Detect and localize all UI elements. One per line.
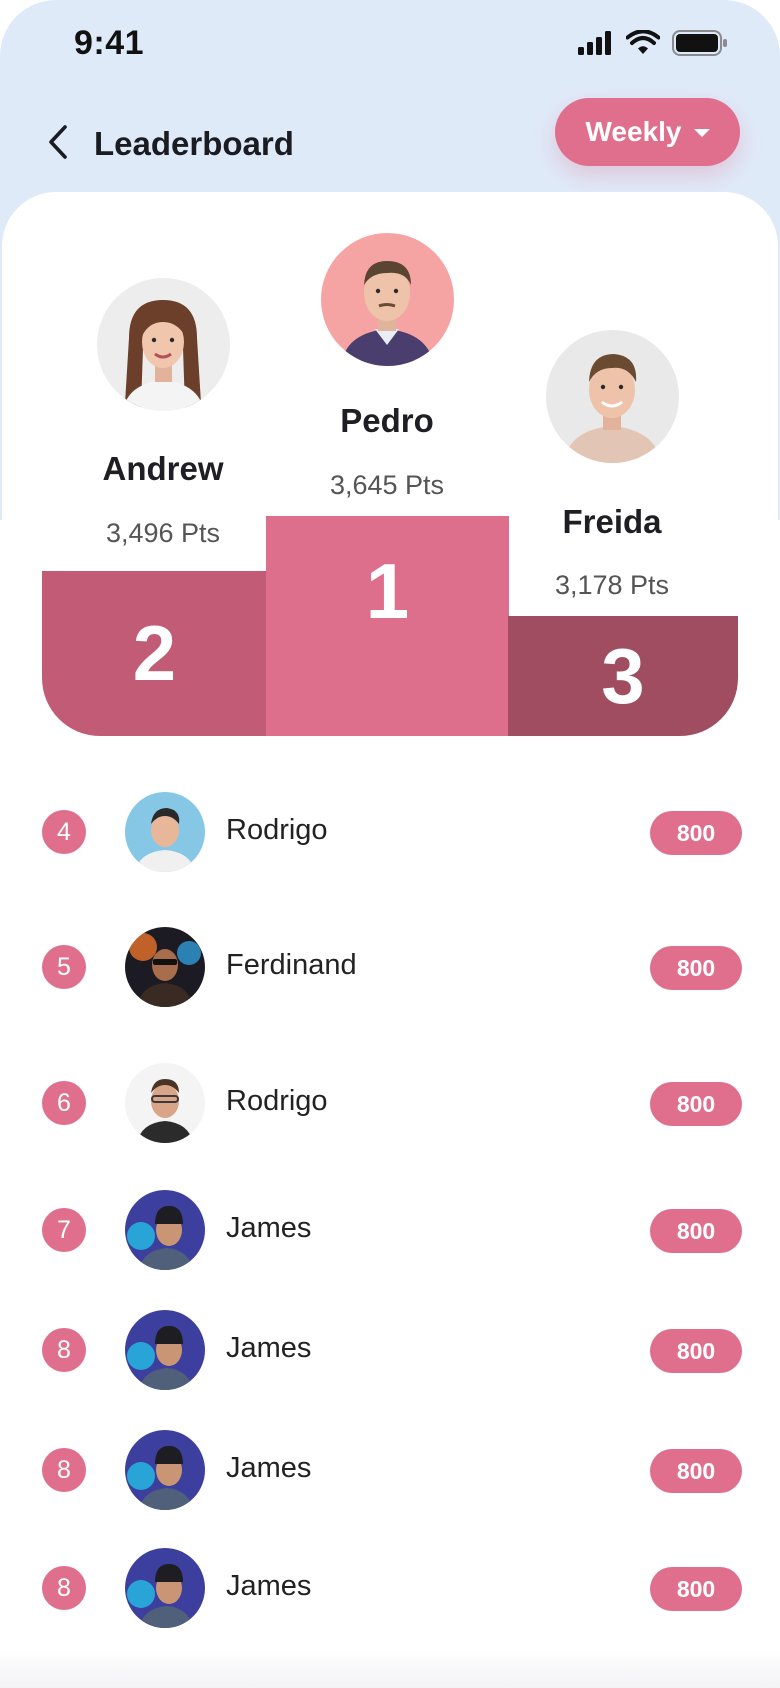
player-name: Ferdinand — [226, 949, 357, 981]
score-badge: 800 — [650, 811, 742, 855]
player-name: James — [226, 1570, 312, 1602]
person-portrait-icon — [546, 330, 679, 463]
score-badge: 800 — [650, 1567, 742, 1611]
podium-points-second: 3,496 Pts — [105, 518, 221, 548]
player-name: James — [226, 1452, 312, 1484]
list-item[interactable]: 8 James 800 — [0, 1308, 780, 1392]
avatar — [125, 1430, 205, 1510]
wifi-icon — [626, 30, 660, 54]
list-item[interactable]: 5 Ferdinand 800 — [0, 925, 780, 1009]
list-item[interactable]: 7 James 800 — [0, 1188, 780, 1272]
score-badge: 800 — [650, 1209, 742, 1253]
player-name: James — [226, 1332, 312, 1364]
podium-rank-second: 2 — [132, 609, 177, 697]
list-item[interactable]: 4 Rodrigo 800 — [0, 790, 780, 874]
rank-badge: 6 — [42, 1081, 86, 1125]
period-filter-dropdown[interactable]: Weekly — [555, 98, 740, 166]
rank-badge: 5 — [42, 945, 86, 989]
rank-badge: 8 — [42, 1448, 86, 1492]
podium-points-first: 3,645 Pts — [329, 470, 445, 500]
status-icons — [578, 30, 728, 56]
rank-badge: 8 — [42, 1328, 86, 1372]
avatar-second-place[interactable] — [97, 278, 230, 411]
battery-icon — [672, 30, 727, 56]
caret-down-icon — [693, 129, 710, 137]
status-bar: 9:41 — [0, 0, 780, 90]
podium-block-third: 3 — [508, 616, 738, 736]
bottom-fade — [0, 1648, 780, 1688]
list-item[interactable]: 8 James 800 — [0, 1546, 780, 1630]
avatar — [125, 927, 205, 1007]
avatar — [125, 1063, 205, 1143]
podium-rank-third: 3 — [601, 631, 645, 720]
cellular-signal-icon — [578, 31, 611, 55]
rank-badge: 7 — [42, 1208, 86, 1252]
chevron-left-icon — [49, 125, 67, 159]
rank-badge: 4 — [42, 810, 86, 854]
player-name: James — [226, 1212, 312, 1244]
player-name: Rodrigo — [226, 1085, 328, 1117]
score-badge: 800 — [650, 1082, 742, 1126]
podium-points-third: 3,178 Pts — [554, 570, 670, 600]
podium-name-first: Pedro — [340, 402, 434, 439]
status-time: 9:41 — [74, 24, 145, 62]
podium-block-second: 2 — [42, 571, 267, 736]
person-portrait-icon — [97, 278, 230, 411]
podium-block-first: 1 — [266, 516, 509, 736]
podium-name-third: Freida — [562, 503, 662, 540]
avatar — [125, 792, 205, 872]
person-portrait-icon — [321, 233, 454, 366]
podium-rank-first: 1 — [365, 547, 410, 635]
avatar — [125, 1310, 205, 1390]
avatar-third-place[interactable] — [546, 330, 679, 463]
score-badge: 800 — [650, 946, 742, 990]
list-item[interactable]: 6 Rodrigo 800 — [0, 1061, 780, 1145]
avatar — [125, 1548, 205, 1628]
player-name: Rodrigo — [226, 814, 328, 846]
score-badge: 800 — [650, 1449, 742, 1493]
score-badge: 800 — [650, 1329, 742, 1373]
rank-badge: 8 — [42, 1566, 86, 1610]
avatar-first-place[interactable] — [321, 233, 454, 366]
app-header: Leaderboard Weekly — [0, 90, 780, 200]
page-title: Leaderboard — [94, 125, 294, 162]
podium-name-second: Andrew — [102, 450, 224, 487]
list-item[interactable]: 8 James 800 — [0, 1428, 780, 1512]
period-filter-label: Weekly — [585, 116, 682, 147]
back-button[interactable] — [38, 116, 78, 168]
avatar — [125, 1190, 205, 1270]
